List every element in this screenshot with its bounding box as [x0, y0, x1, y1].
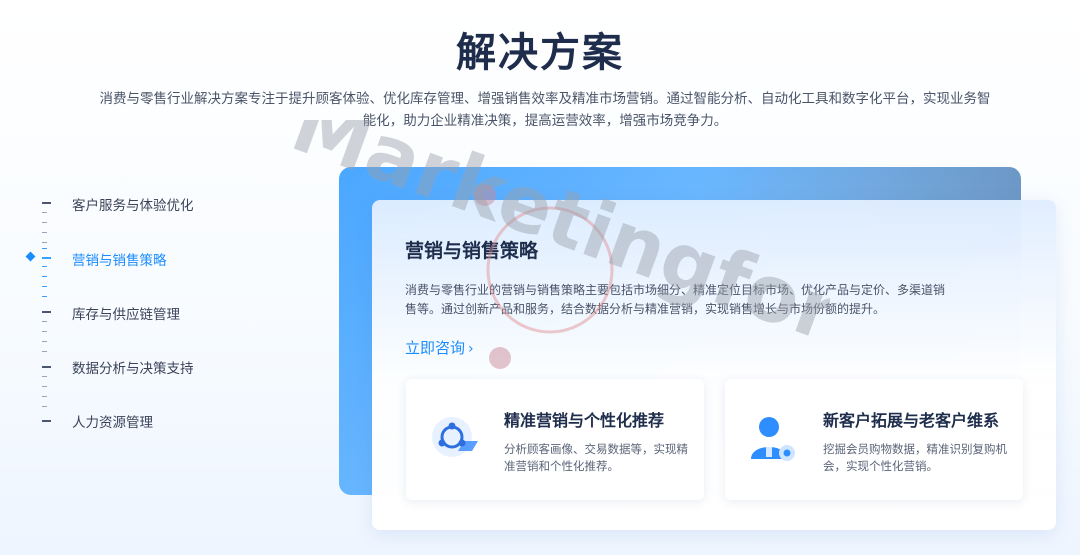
chevron-right-icon: › [468, 341, 474, 357]
page-title: 解决方案 [456, 30, 624, 76]
nav-item-customer-service[interactable]: 客户服务与体验优化 [72, 194, 194, 214]
nav-item-inventory-supply[interactable]: 库存与供应链管理 [72, 303, 180, 323]
feature-title: 精准营销与个性化推荐 [504, 411, 665, 430]
solution-nav: 客户服务与体验优化 营销与销售策略 库存与供应链管理 数据分析与决策支持 人力资… [0, 180, 330, 450]
nav-ruler [42, 180, 52, 430]
nav-item-data-analysis[interactable]: 数据分析与决策支持 [72, 357, 194, 377]
card-description: 消费与零售行业的营销与销售策略主要包括市场细分、精准定位目标市场、优化产品与定价… [405, 283, 946, 316]
card-title: 营销与销售策略 [405, 240, 539, 262]
feature-card[interactable]: 精准营销与个性化推荐 分析顾客画像、交易数据等，实现精准营销和个性化推荐。 [406, 379, 704, 500]
feature-title: 新客户拓展与老客户维系 [823, 411, 1000, 430]
feature-description: 挖掘会员购物数据，精准识别复购机会，实现个性化营销。 [823, 442, 1007, 473]
nav-item-marketing-sales[interactable]: 营销与销售策略 [72, 249, 167, 269]
consult-link[interactable]: 立即咨询 › [405, 337, 474, 358]
customer-service-icon [751, 417, 795, 461]
nav-item-hr-management[interactable]: 人力资源管理 [72, 411, 153, 431]
share-network-icon [432, 417, 478, 457]
active-indicator-icon [25, 251, 36, 262]
consult-label: 立即咨询 [405, 339, 466, 357]
page-description: 消费与零售行业解决方案专注于提升顾客体验、优化库存管理、增强销售效率及精准市场营… [99, 91, 991, 129]
feature-card[interactable]: 新客户拓展与老客户维系 挖掘会员购物数据，精准识别复购机会，实现个性化营销。 [725, 379, 1023, 500]
feature-description: 分析顾客画像、交易数据等，实现精准营销和个性化推荐。 [504, 442, 688, 473]
